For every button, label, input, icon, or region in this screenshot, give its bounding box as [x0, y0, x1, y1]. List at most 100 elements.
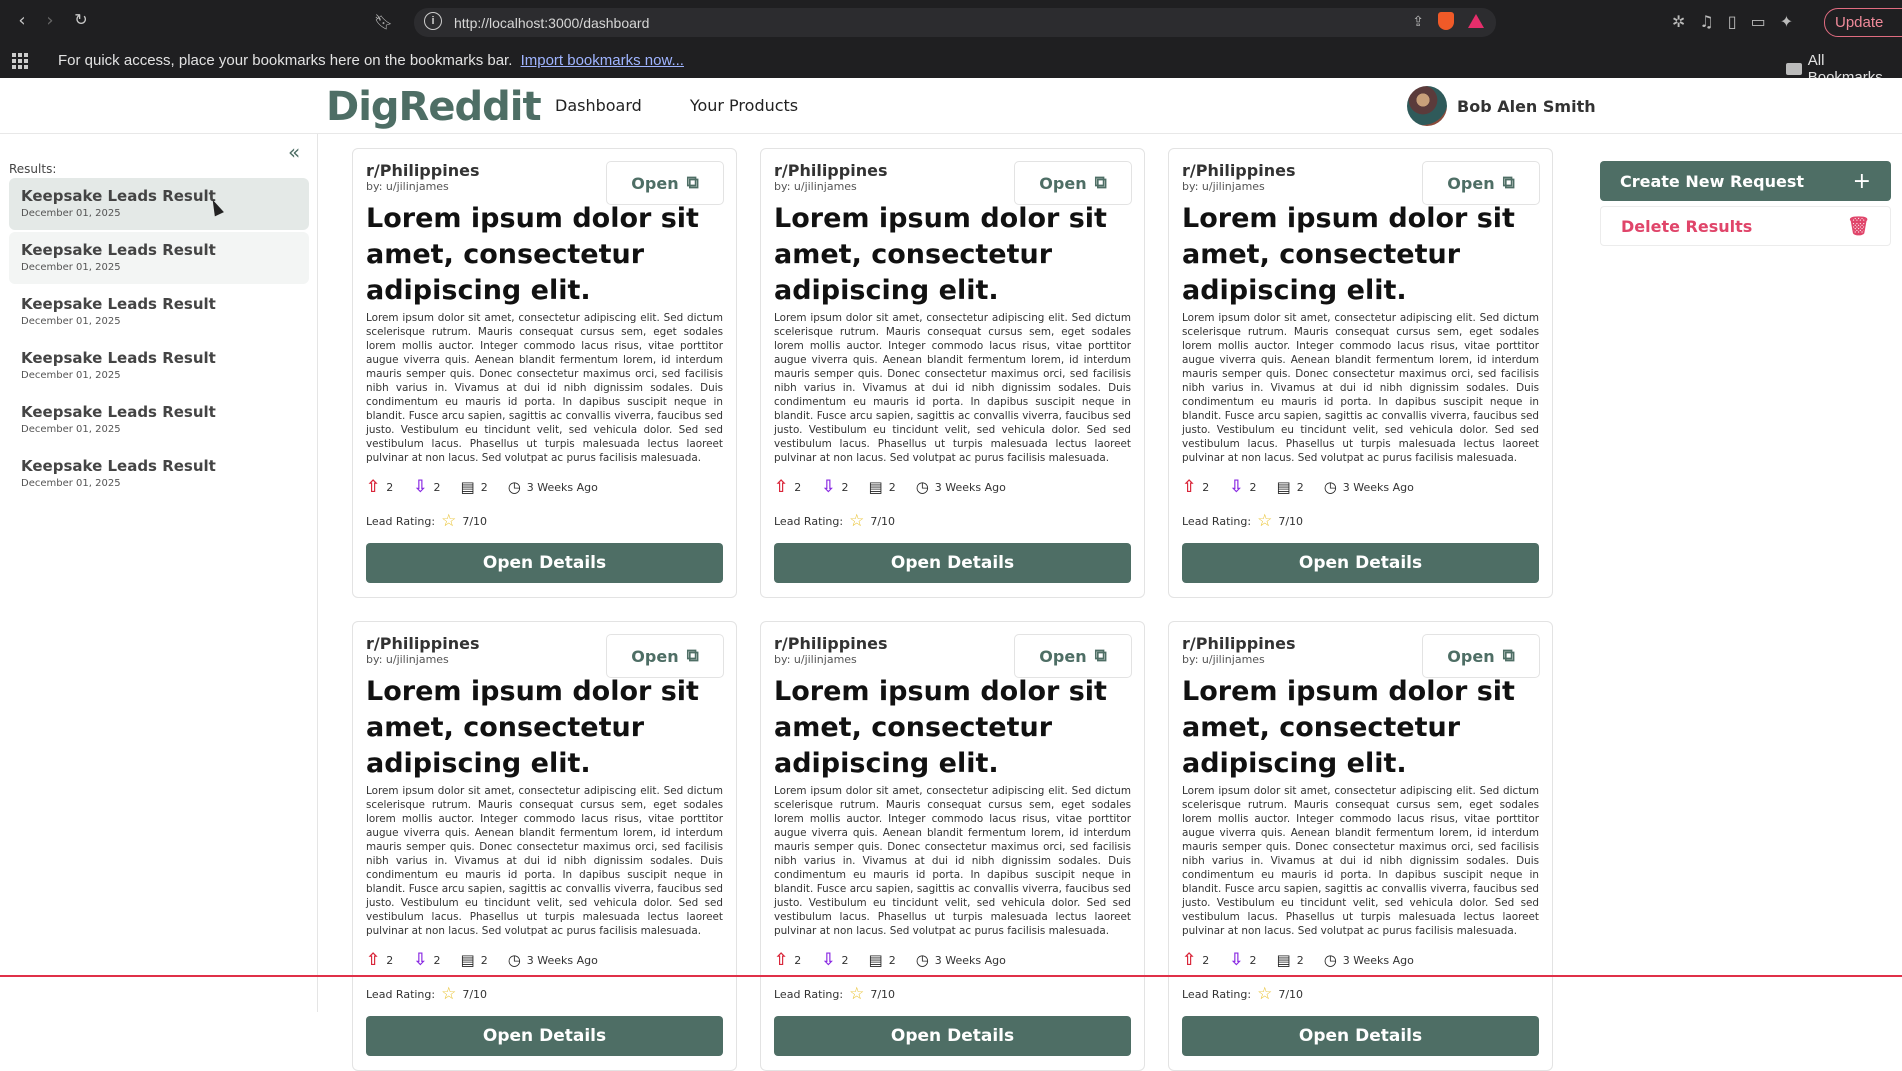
results-label: Results:: [9, 162, 57, 176]
result-date: December 01, 2025: [21, 316, 121, 327]
star-icon: ☆: [441, 984, 457, 1004]
create-new-request-button[interactable]: Create New Request +: [1600, 161, 1891, 201]
forward-icon[interactable]: ›: [36, 10, 64, 31]
post-title: Lorem ipsum dolor sit amet, consectetur …: [1182, 203, 1515, 306]
post-meta: ⇧ 2 ⇩ 2 ▤ 2 ◷ 3 Weeks Ago: [1182, 477, 1539, 497]
app-logo[interactable]: DigReddit: [326, 84, 542, 130]
collapse-sidebar-icon[interactable]: «: [288, 140, 300, 164]
trash-icon: 🗑︎: [1847, 215, 1870, 237]
external-link-icon: ⧉: [686, 173, 699, 193]
downvote-count: 2: [433, 480, 441, 494]
brave-rewards-icon[interactable]: [1468, 14, 1484, 28]
post-time: 3 Weeks Ago: [1342, 953, 1414, 967]
upvote-count: 2: [386, 953, 394, 967]
star-icon: ☆: [849, 984, 865, 1004]
bookmarks-prompt: For quick access, place your bookmarks h…: [58, 52, 513, 69]
bookmark-icon[interactable]: 🔖︎: [374, 13, 393, 31]
external-link-icon: ⧉: [686, 646, 699, 666]
result-item[interactable]: Keepsake Leads Result December 01, 2025: [9, 286, 309, 338]
lead-rating: Lead Rating: ☆ 7/10: [774, 984, 1131, 1004]
open-details-button[interactable]: Open Details: [366, 1016, 723, 1056]
star-icon: ☆: [849, 511, 865, 531]
lead-rating: Lead Rating: ☆ 7/10: [774, 511, 1131, 531]
open-label: Open: [1447, 646, 1495, 666]
url-text: http://localhost:3000/dashboard: [454, 14, 650, 31]
lead-rating-label: Lead Rating:: [1182, 514, 1252, 528]
browser-toolbar: ‹ › ↻ 🔖︎ i http://localhost:3000/dashboa…: [0, 0, 1902, 44]
open-post-button[interactable]: Open ⧉: [1422, 161, 1540, 205]
apps-grid-icon[interactable]: [12, 53, 28, 69]
open-post-button[interactable]: Open ⧉: [606, 634, 724, 678]
import-bookmarks-link[interactable]: Import bookmarks now...: [521, 52, 684, 69]
clock-icon: ◷: [507, 951, 521, 969]
lead-rating-label: Lead Rating:: [366, 987, 436, 1001]
result-item[interactable]: Keepsake Leads Result December 01, 2025: [9, 340, 309, 392]
lead-rating-label: Lead Rating:: [774, 514, 844, 528]
reload-icon[interactable]: ↻: [67, 10, 95, 29]
result-title: Keepsake Leads Result: [21, 457, 216, 475]
open-details-button[interactable]: Open Details: [1182, 1016, 1539, 1056]
open-label: Open: [631, 646, 679, 666]
lead-card: r/Philippines by: u/jilinjames Open ⧉ Lo…: [1168, 148, 1553, 598]
upvote-count: 2: [386, 480, 394, 494]
post-meta: ⇧ 2 ⇩ 2 ▤ 2 ◷ 3 Weeks Ago: [774, 477, 1131, 497]
result-date: December 01, 2025: [21, 262, 121, 273]
external-link-icon: ⧉: [1094, 646, 1107, 666]
post-body: Lorem ipsum dolor sit amet, consectetur …: [774, 312, 1131, 464]
site-info-icon[interactable]: i: [424, 12, 442, 30]
result-item[interactable]: Keepsake Leads Result December 01, 2025: [9, 178, 309, 230]
clock-icon: ◷: [1323, 478, 1337, 496]
leo-icon[interactable]: ✦: [1780, 12, 1793, 31]
divider-line: [0, 975, 1902, 977]
open-post-button[interactable]: Open ⧉: [606, 161, 724, 205]
open-post-button[interactable]: Open ⧉: [1014, 634, 1132, 678]
user-menu[interactable]: Bob Alen Smith: [1407, 86, 1596, 126]
open-post-button[interactable]: Open ⧉: [1014, 161, 1132, 205]
share-icon[interactable]: ⇪: [1412, 13, 1424, 30]
open-post-button[interactable]: Open ⧉: [1422, 634, 1540, 678]
wallet-icon[interactable]: ▭: [1751, 12, 1766, 31]
lead-rating-value: 7/10: [1278, 987, 1304, 1001]
lead-rating-value: 7/10: [462, 987, 488, 1001]
comment-count: 2: [888, 953, 896, 967]
post-title: Lorem ipsum dolor sit amet, consectetur …: [774, 676, 1107, 779]
back-icon[interactable]: ‹: [8, 10, 36, 31]
post-time: 3 Weeks Ago: [526, 480, 598, 494]
open-details-button[interactable]: Open Details: [774, 543, 1131, 583]
update-button[interactable]: Update: [1824, 8, 1902, 37]
open-details-button[interactable]: Open Details: [366, 543, 723, 583]
star-icon: ☆: [1257, 984, 1273, 1004]
external-link-icon: ⧉: [1094, 173, 1107, 193]
downvote-icon: ⇩: [1229, 477, 1244, 497]
post-title: Lorem ipsum dolor sit amet, consectetur …: [366, 203, 699, 306]
lead-rating: Lead Rating: ☆ 7/10: [1182, 511, 1539, 531]
open-details-button[interactable]: Open Details: [1182, 543, 1539, 583]
extensions-icon[interactable]: ✲: [1672, 12, 1685, 31]
open-label: Open: [1039, 646, 1087, 666]
upvote-count: 2: [1202, 953, 1210, 967]
clock-icon: ◷: [1323, 951, 1337, 969]
nav-your-products[interactable]: Your Products: [690, 96, 798, 115]
star-icon: ☆: [441, 511, 457, 531]
downvote-count: 2: [1249, 953, 1257, 967]
result-item[interactable]: Keepsake Leads Result December 01, 2025: [9, 394, 309, 446]
post-title: Lorem ipsum dolor sit amet, consectetur …: [1182, 676, 1515, 779]
result-item[interactable]: Keepsake Leads Result December 01, 2025: [9, 232, 309, 284]
media-icon[interactable]: ♫: [1699, 12, 1713, 31]
delete-results-button[interactable]: Delete Results 🗑︎: [1600, 206, 1891, 246]
open-details-button[interactable]: Open Details: [774, 1016, 1131, 1056]
upvote-count: 2: [794, 480, 802, 494]
post-body: Lorem ipsum dolor sit amet, consectetur …: [366, 785, 723, 937]
brave-shield-icon[interactable]: [1438, 12, 1454, 30]
external-link-icon: ⧉: [1502, 646, 1515, 666]
lead-card: r/Philippines by: u/jilinjames Open ⧉ Lo…: [760, 148, 1145, 598]
address-bar[interactable]: 🔖︎ i http://localhost:3000/dashboard ⇪: [374, 8, 1496, 37]
user-name: Bob Alen Smith: [1457, 96, 1596, 116]
comment-icon: ▤: [1276, 478, 1291, 496]
nav-dashboard[interactable]: Dashboard: [555, 96, 642, 115]
result-item[interactable]: Keepsake Leads Result December 01, 2025: [9, 448, 309, 500]
sidebar-icon[interactable]: ▯: [1728, 12, 1737, 31]
post-body: Lorem ipsum dolor sit amet, consectetur …: [774, 785, 1131, 937]
downvote-icon: ⇩: [821, 477, 836, 497]
result-title: Keepsake Leads Result: [21, 187, 216, 205]
